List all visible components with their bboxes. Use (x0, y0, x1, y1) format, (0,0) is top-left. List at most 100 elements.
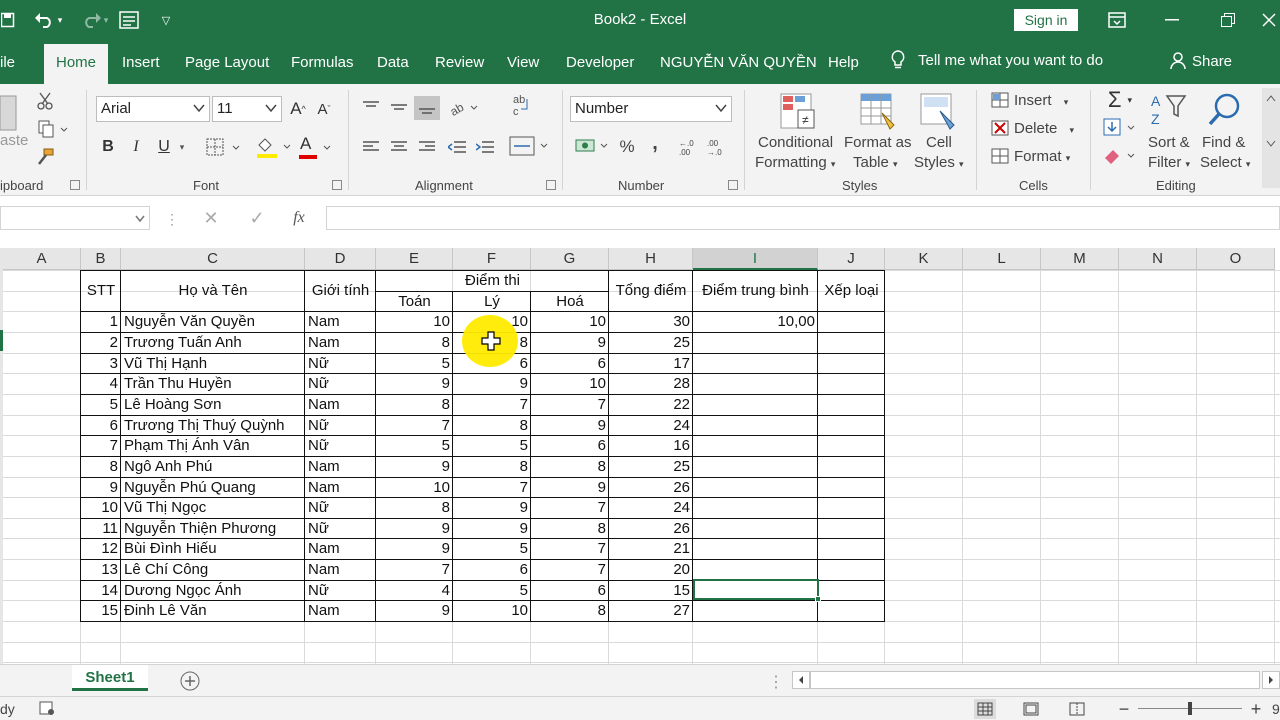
table-cell-average[interactable] (693, 373, 818, 394)
align-center-icon[interactable] (388, 138, 410, 156)
tab-user[interactable]: NGUYỄN VĂN QUYỀN (660, 54, 817, 71)
table-cell-name[interactable]: Lê Chí Công (121, 559, 305, 580)
fill-icon[interactable] (1102, 116, 1138, 140)
table-cell-name[interactable]: Đinh Lê Văn (121, 600, 305, 621)
table-cell-total[interactable]: 26 (609, 477, 693, 498)
table-cell-stt[interactable]: 15 (81, 600, 121, 621)
table-cell-average[interactable] (693, 353, 818, 374)
font-size-select[interactable]: 11 (212, 96, 282, 122)
table-cell-physics[interactable]: 5 (453, 435, 531, 456)
table-cell-name[interactable]: Trương Thị Thuý Quỳnh (121, 415, 305, 436)
column-header-j[interactable]: J (818, 248, 885, 270)
column-header-f[interactable]: F (453, 248, 531, 270)
table-cell-name[interactable]: Dương Ngọc Ánh (121, 580, 305, 601)
clear-icon[interactable] (1102, 144, 1138, 168)
header-physics[interactable]: Lý (453, 291, 531, 312)
bottom-align-icon[interactable] (414, 96, 440, 120)
table-cell-chemistry[interactable]: 6 (531, 580, 609, 601)
header-total[interactable]: Tổng điểm (609, 270, 693, 311)
table-cell-total[interactable]: 21 (609, 538, 693, 559)
table-cell-chemistry[interactable]: 10 (531, 311, 609, 332)
table-cell-total[interactable]: 20 (609, 559, 693, 580)
table-cell-gender[interactable]: Nam (305, 559, 376, 580)
find-select-label-2[interactable]: Select ▾ (1200, 154, 1250, 171)
table-cell-stt[interactable]: 4 (81, 373, 121, 394)
table-cell-average[interactable] (693, 559, 818, 580)
middle-align-icon[interactable] (388, 98, 410, 116)
header-name[interactable]: Họ và Tên (121, 270, 305, 311)
table-cell-total[interactable]: 25 (609, 456, 693, 477)
page-layout-view-icon[interactable] (1020, 699, 1042, 719)
number-launcher-icon[interactable] (728, 180, 738, 190)
table-cell-math[interactable]: 4 (376, 580, 453, 601)
table-cell-math[interactable]: 5 (376, 353, 453, 374)
table-cell-stt[interactable]: 5 (81, 394, 121, 415)
tab-page-layout[interactable]: Page Layout (185, 54, 269, 71)
name-box[interactable] (0, 206, 150, 230)
table-cell-name[interactable]: Phạm Thị Ánh Vân (121, 435, 305, 456)
column-header-b[interactable]: B (81, 248, 121, 270)
table-cell-rank[interactable] (818, 477, 885, 498)
column-header-k[interactable]: K (885, 248, 963, 270)
fill-handle[interactable] (815, 596, 821, 602)
percent-style-button[interactable]: % (616, 136, 638, 158)
increase-decimal-icon[interactable]: ←.0.00 (678, 136, 702, 158)
ribbon-display-options-icon[interactable] (1105, 8, 1129, 32)
table-cell-average[interactable] (693, 456, 818, 477)
clipboard-launcher-icon[interactable] (70, 180, 80, 190)
table-cell-chemistry[interactable]: 10 (531, 373, 609, 394)
chevron-down-icon[interactable]: ▾ (176, 136, 188, 158)
table-cell-rank[interactable] (818, 311, 885, 332)
table-cell-total[interactable]: 16 (609, 435, 693, 456)
table-cell-gender[interactable]: Nam (305, 456, 376, 477)
format-as-table-label-2[interactable]: Table ▾ (853, 154, 898, 171)
table-cell-average[interactable] (693, 332, 818, 353)
column-header-m[interactable]: M (1041, 248, 1119, 270)
autosum-icon[interactable]: Σ ▾ (1102, 87, 1138, 112)
table-cell-stt[interactable]: 1 (81, 311, 121, 332)
table-cell-math[interactable]: 9 (376, 373, 453, 394)
tab-developer[interactable]: Developer (566, 54, 634, 71)
column-header-n[interactable]: N (1119, 248, 1197, 270)
table-cell-chemistry[interactable]: 9 (531, 332, 609, 353)
tab-view[interactable]: View (507, 54, 539, 71)
table-cell-chemistry[interactable]: 9 (531, 477, 609, 498)
table-cell-name[interactable]: Nguyễn Phú Quang (121, 477, 305, 498)
increase-indent-icon[interactable] (474, 138, 496, 156)
table-cell-physics[interactable]: 8 (453, 415, 531, 436)
share-button[interactable]: Share (1170, 52, 1232, 70)
tell-me-box[interactable]: Tell me what you want to do (890, 50, 1103, 70)
table-cell-stt[interactable]: 9 (81, 477, 121, 498)
column-header-a[interactable]: A (3, 248, 81, 270)
table-cell-average[interactable] (693, 497, 818, 518)
sort-filter-icon[interactable]: AZ (1148, 90, 1190, 130)
header-gender[interactable]: Giới tính (305, 270, 376, 311)
table-cell-total[interactable]: 25 (609, 332, 693, 353)
header-math[interactable]: Toán (376, 291, 453, 312)
table-cell-rank[interactable] (818, 600, 885, 621)
table-cell-gender[interactable]: Nam (305, 538, 376, 559)
table-cell-rank[interactable] (818, 559, 885, 580)
table-cell-stt[interactable]: 3 (81, 353, 121, 374)
table-cell-physics[interactable]: 7 (453, 394, 531, 415)
table-cell-math[interactable]: 9 (376, 518, 453, 539)
decrease-indent-icon[interactable] (446, 138, 468, 156)
alignment-launcher-icon[interactable] (546, 180, 556, 190)
borders-icon[interactable] (204, 136, 244, 158)
table-cell-gender[interactable]: Nữ (305, 435, 376, 456)
header-score-group[interactable]: Điểm thi (376, 270, 609, 291)
underline-button[interactable]: U (154, 136, 174, 158)
format-painter-icon[interactable] (34, 146, 56, 168)
table-cell-average[interactable] (693, 435, 818, 456)
format-cells-icon[interactable] (990, 146, 1010, 166)
table-cell-math[interactable]: 8 (376, 332, 453, 353)
cell-styles-icon[interactable] (918, 92, 958, 132)
table-cell-chemistry[interactable]: 6 (531, 435, 609, 456)
table-cell-chemistry[interactable]: 8 (531, 600, 609, 621)
table-cell-total[interactable]: 22 (609, 394, 693, 415)
cell-styles-label-2[interactable]: Styles ▾ (914, 154, 964, 171)
enter-icon[interactable]: ✓ (244, 206, 270, 230)
conditional-formatting-label-2[interactable]: Formatting ▾ (755, 154, 835, 171)
column-header-o[interactable]: O (1197, 248, 1275, 270)
table-cell-rank[interactable] (818, 332, 885, 353)
